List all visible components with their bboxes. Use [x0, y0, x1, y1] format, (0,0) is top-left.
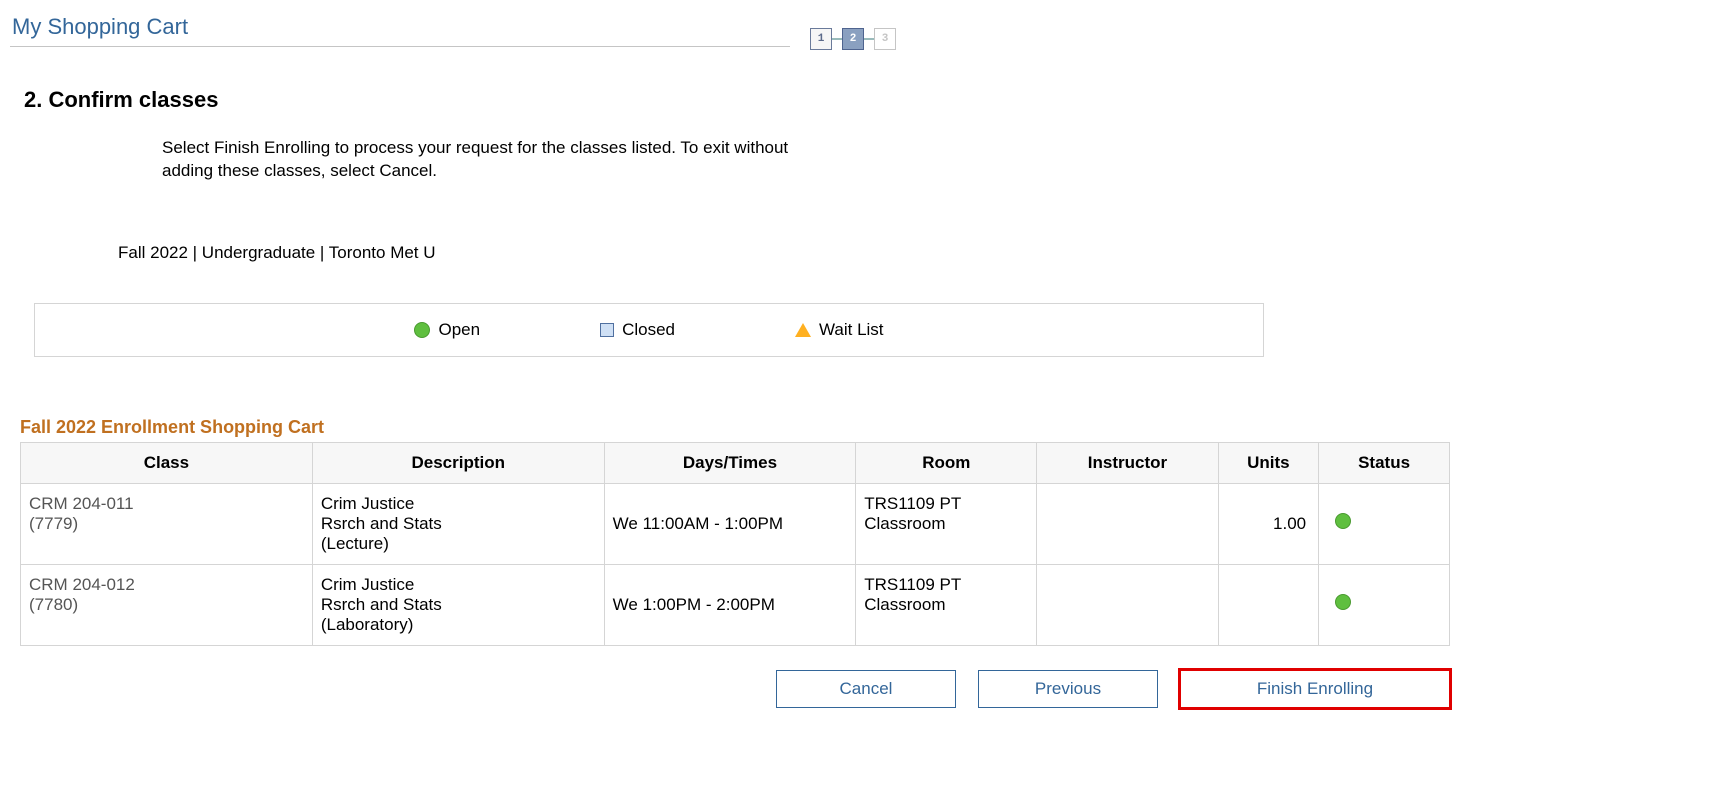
cancel-button[interactable]: Cancel — [776, 670, 956, 708]
step-2-icon: 2 — [842, 28, 864, 50]
open-icon — [1335, 594, 1351, 610]
desc-line: (Lecture) — [321, 534, 596, 554]
legend-closed-label: Closed — [622, 320, 675, 340]
class-code: CRM 204-012 — [29, 575, 304, 595]
instructions-text: Select Finish Enrolling to process your … — [162, 137, 842, 183]
table-row: CRM 204-011 (7779) Crim Justice Rsrch an… — [21, 483, 1450, 564]
desc-line: Crim Justice — [321, 494, 596, 514]
cell-days-times: We 1:00PM - 2:00PM — [604, 564, 856, 645]
open-icon — [1335, 513, 1351, 529]
room-line: TRS1109 PT — [864, 575, 1028, 595]
cart-title: Fall 2022 Enrollment Shopping Cart — [20, 417, 1704, 438]
desc-line: (Laboratory) — [321, 615, 596, 635]
cell-instructor — [1037, 483, 1218, 564]
col-units: Units — [1218, 442, 1319, 483]
desc-line: Rsrch and Stats — [321, 514, 596, 534]
table-row: CRM 204-012 (7780) Crim Justice Rsrch an… — [21, 564, 1450, 645]
cell-instructor — [1037, 564, 1218, 645]
cell-description: Crim Justice Rsrch and Stats (Laboratory… — [312, 564, 604, 645]
cell-units — [1218, 564, 1319, 645]
waitlist-icon — [795, 323, 811, 337]
class-code: CRM 204-011 — [29, 494, 304, 514]
finish-enrolling-button[interactable]: Finish Enrolling — [1180, 670, 1450, 708]
cell-class: CRM 204-011 (7779) — [21, 483, 313, 564]
legend-waitlist-label: Wait List — [819, 320, 884, 340]
room-line: TRS1109 PT — [864, 494, 1028, 514]
previous-button[interactable]: Previous — [978, 670, 1158, 708]
title-divider — [10, 46, 790, 47]
legend-open: Open — [414, 320, 480, 340]
room-line: Classroom — [864, 514, 1028, 534]
cell-room: TRS1109 PT Classroom — [856, 564, 1037, 645]
step-indicator: 1 2 3 — [810, 28, 896, 50]
col-room: Room — [856, 442, 1037, 483]
section-heading: 2. Confirm classes — [24, 87, 1704, 113]
legend-waitlist: Wait List — [795, 320, 884, 340]
room-line: Classroom — [864, 595, 1028, 615]
col-description: Description — [312, 442, 604, 483]
cell-room: TRS1109 PT Classroom — [856, 483, 1037, 564]
desc-line: Rsrch and Stats — [321, 595, 596, 615]
step-3-icon: 3 — [874, 28, 896, 50]
cell-units: 1.00 — [1218, 483, 1319, 564]
cell-status — [1319, 564, 1450, 645]
legend-open-label: Open — [438, 320, 480, 340]
cell-description: Crim Justice Rsrch and Stats (Lecture) — [312, 483, 604, 564]
legend-closed: Closed — [600, 320, 675, 340]
action-bar: Cancel Previous Finish Enrolling — [10, 670, 1450, 708]
term-line: Fall 2022 | Undergraduate | Toronto Met … — [118, 243, 1704, 263]
col-instructor: Instructor — [1037, 442, 1218, 483]
open-icon — [414, 322, 430, 338]
class-number: (7779) — [29, 514, 304, 534]
cell-class: CRM 204-012 (7780) — [21, 564, 313, 645]
class-number: (7780) — [29, 595, 304, 615]
cell-days-times: We 11:00AM - 1:00PM — [604, 483, 856, 564]
step-connector-icon — [864, 38, 874, 40]
closed-icon — [600, 323, 614, 337]
col-status: Status — [1319, 442, 1450, 483]
col-days-times: Days/Times — [604, 442, 856, 483]
col-class: Class — [21, 442, 313, 483]
desc-line: Crim Justice — [321, 575, 596, 595]
cell-status — [1319, 483, 1450, 564]
cart-table: Class Description Days/Times Room Instru… — [20, 442, 1450, 646]
table-header-row: Class Description Days/Times Room Instru… — [21, 442, 1450, 483]
step-connector-icon — [832, 38, 842, 40]
step-1-icon: 1 — [810, 28, 832, 50]
status-legend: Open Closed Wait List — [34, 303, 1264, 357]
